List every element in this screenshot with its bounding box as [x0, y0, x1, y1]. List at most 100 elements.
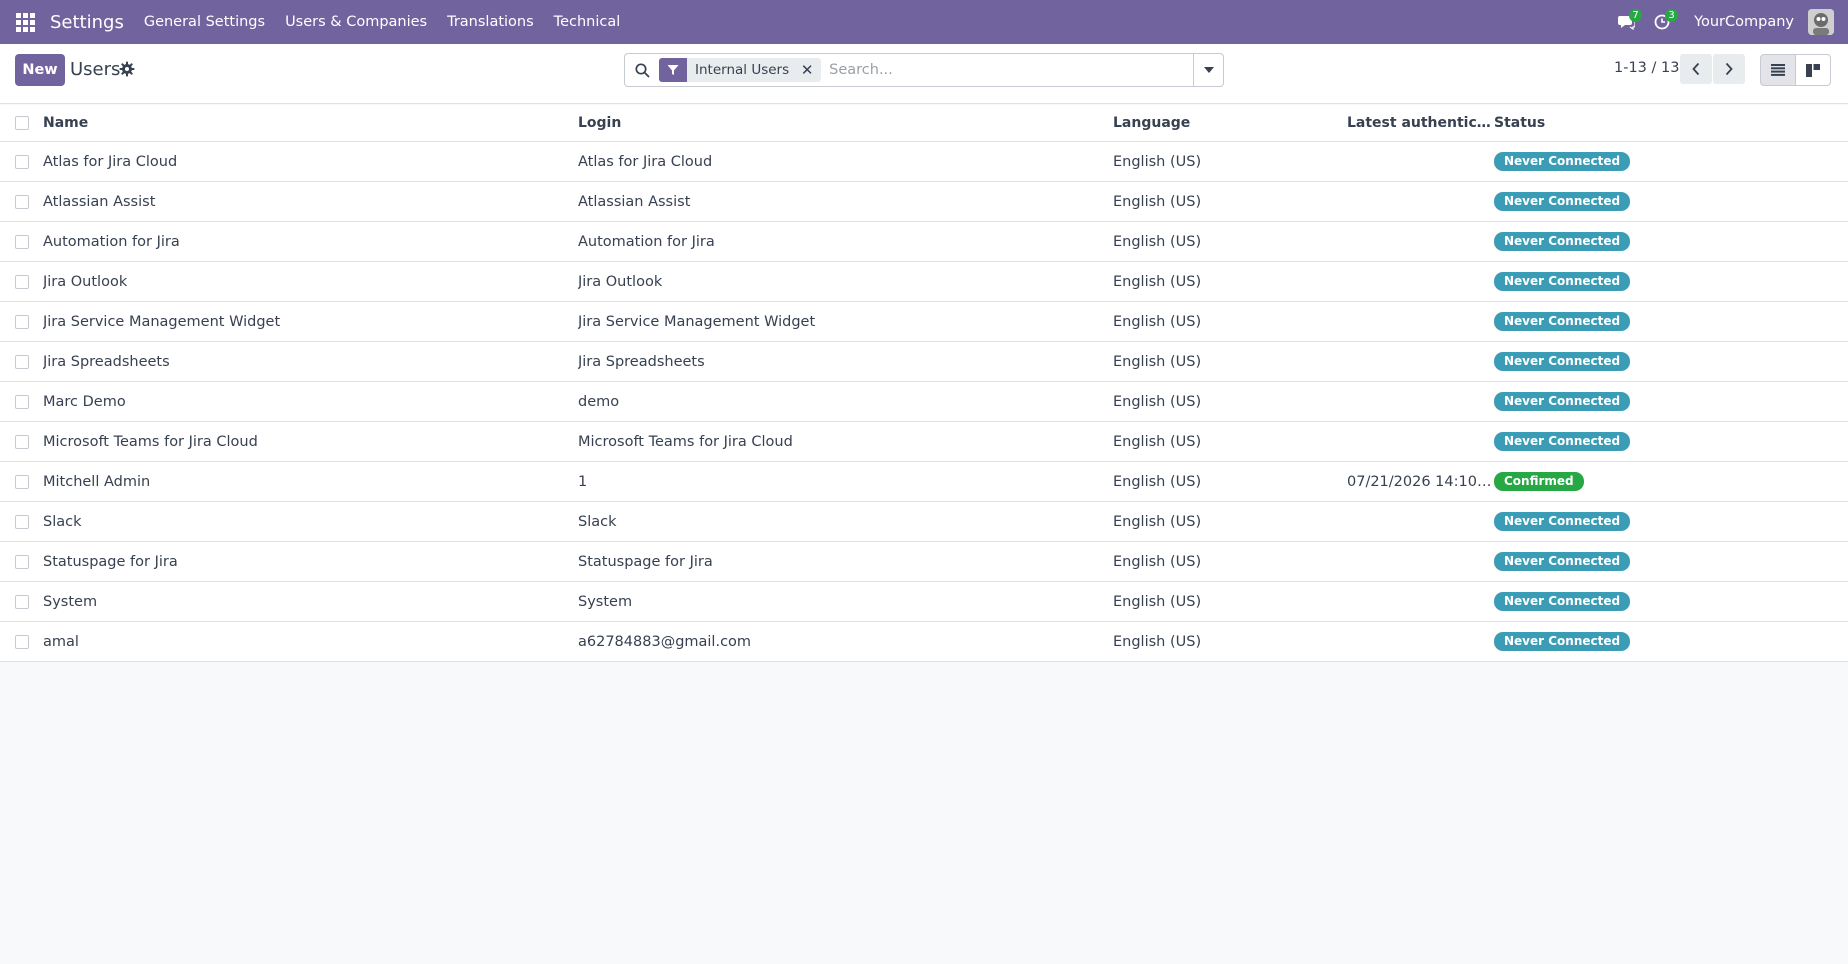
messaging-button[interactable]: 7 [1608, 0, 1644, 44]
cell-login: Automation for Jira [578, 233, 715, 250]
menu-general-settings[interactable]: General Settings [144, 14, 265, 30]
cell-language: English (US) [1113, 393, 1202, 410]
list-icon [1771, 64, 1785, 76]
cell-language: English (US) [1113, 313, 1202, 330]
table-row[interactable]: Jira Service Management Widget Jira Servi… [0, 302, 1848, 342]
row-checkbox[interactable] [14, 274, 29, 289]
avatar-icon [1808, 9, 1834, 35]
table-row[interactable]: Jira Outlook Jira Outlook English (US) Neve… [0, 262, 1848, 302]
table-row[interactable]: Slack Slack English (US) Never Connected [0, 502, 1848, 542]
table-row[interactable]: Jira Spreadsheets Jira Spreadsheets Englis… [0, 342, 1848, 382]
table-row[interactable]: Marc Demo demo English (US) Never Connected [0, 382, 1848, 422]
row-checkbox[interactable] [14, 554, 29, 569]
top-navbar: Settings General Settings Users & Compan… [0, 0, 1848, 44]
pager-value[interactable]: 1-13 / 13 [1614, 60, 1679, 76]
row-checkbox[interactable] [14, 434, 29, 449]
cell-login: Slack [578, 513, 617, 530]
search-options-toggle[interactable] [1193, 54, 1223, 86]
company-switcher[interactable]: YourCompany [1694, 14, 1794, 30]
chevron-left-icon [1692, 62, 1700, 76]
table-row[interactable]: amal a62784883@gmail.com English (US) Never… [0, 622, 1848, 662]
search-input[interactable] [821, 55, 1193, 85]
table-row[interactable]: Microsoft Teams for Jira Cloud Microsoft … [0, 422, 1848, 462]
cell-login: demo [578, 393, 620, 410]
cell-language: English (US) [1113, 553, 1202, 570]
status-badge: Never Connected [1494, 192, 1631, 211]
column-header-name[interactable]: Name [43, 115, 578, 131]
row-checkbox[interactable] [14, 194, 29, 209]
menu-translations[interactable]: Translations [447, 14, 534, 30]
pager-next-button[interactable] [1713, 54, 1745, 84]
cell-name: Microsoft Teams for Jira Cloud [43, 433, 258, 450]
page-title[interactable]: Users [70, 59, 120, 80]
column-header-language[interactable]: Language [1113, 115, 1347, 131]
cell-language: English (US) [1113, 353, 1202, 370]
activities-count-badge: 3 [1665, 9, 1679, 22]
select-all-checkbox[interactable] [14, 116, 29, 130]
gear-icon[interactable] [118, 60, 136, 78]
messages-count-badge: 7 [1629, 9, 1643, 22]
cell-name: Atlassian Assist [43, 193, 156, 210]
app-name[interactable]: Settings [50, 12, 124, 33]
cell-name: System [43, 593, 98, 610]
cell-login: Statuspage for Jira [578, 553, 713, 570]
table-row[interactable]: Atlassian Assist Atlassian Assist English … [0, 182, 1848, 222]
activities-button[interactable]: 3 [1644, 0, 1680, 44]
status-badge: Never Connected [1494, 632, 1631, 651]
status-badge: Never Connected [1494, 512, 1631, 531]
status-badge: Never Connected [1494, 312, 1631, 331]
cell-name: amal [43, 633, 79, 650]
status-badge: Confirmed [1494, 472, 1584, 491]
user-avatar[interactable] [1808, 9, 1834, 35]
facet-label: Internal Users [695, 62, 790, 78]
menu-technical[interactable]: Technical [554, 14, 621, 30]
column-header-login[interactable]: Login [578, 115, 1113, 131]
list-view-button[interactable] [1760, 54, 1796, 86]
cell-login: Jira Service Management Widget [578, 313, 816, 330]
cell-language: English (US) [1113, 153, 1202, 170]
cell-language: English (US) [1113, 233, 1202, 250]
cell-login: a62784883@gmail.com [578, 633, 752, 650]
table-row[interactable]: Statuspage for Jira Statuspage for Jira En… [0, 542, 1848, 582]
status-badge: Never Connected [1494, 432, 1631, 451]
cell-login: Jira Outlook [578, 273, 663, 290]
menu-users-companies[interactable]: Users & Companies [285, 14, 427, 30]
column-header-status[interactable]: Status [1494, 115, 1848, 131]
pager-previous-button[interactable] [1680, 54, 1712, 84]
users-table: Name Login Language Latest authenticati.… [0, 105, 1848, 662]
table-row[interactable]: Mitchell Admin 1 English (US) 07/21/2026 14… [0, 462, 1848, 502]
cell-login: Atlassian Assist [578, 193, 691, 210]
cell-language: English (US) [1113, 633, 1202, 650]
control-panel: New Users Internal Users ✕ 1-13 / 13 [0, 44, 1848, 104]
row-checkbox[interactable] [14, 634, 29, 649]
table-row[interactable]: System System English (US) Never Connected [0, 582, 1848, 622]
row-checkbox[interactable] [14, 474, 29, 489]
search-icon[interactable] [625, 54, 659, 86]
cell-language: English (US) [1113, 273, 1202, 290]
cell-login: Atlas for Jira Cloud [578, 153, 713, 170]
table-row[interactable]: Atlas for Jira Cloud Atlas for Jira Cloud… [0, 142, 1848, 182]
row-checkbox[interactable] [14, 594, 29, 609]
status-badge: Never Connected [1494, 392, 1631, 411]
new-button[interactable]: New [15, 54, 65, 86]
cell-name: Marc Demo [43, 393, 126, 410]
row-checkbox[interactable] [14, 234, 29, 249]
cell-name: Automation for Jira [43, 233, 180, 250]
column-header-latest-authentication[interactable]: Latest authenticati... [1347, 115, 1494, 131]
status-badge: Never Connected [1494, 352, 1631, 371]
table-row[interactable]: Automation for Jira Automation for Jira En… [0, 222, 1848, 262]
chevron-down-icon [1203, 67, 1214, 73]
row-checkbox[interactable] [14, 514, 29, 529]
cell-language: English (US) [1113, 593, 1202, 610]
row-checkbox[interactable] [14, 354, 29, 369]
row-checkbox[interactable] [14, 154, 29, 169]
kanban-view-button[interactable] [1795, 54, 1831, 86]
apps-menu-icon[interactable] [0, 0, 50, 44]
row-checkbox[interactable] [14, 394, 29, 409]
cell-name: Jira Outlook [43, 273, 128, 290]
table-body: Atlas for Jira Cloud Atlas for Jira Cloud… [0, 142, 1848, 662]
row-checkbox[interactable] [14, 314, 29, 329]
cell-latest-authentication: 07/21/2026 14:10:35 [1347, 473, 1494, 490]
cell-login: Microsoft Teams for Jira Cloud [578, 433, 793, 450]
close-icon[interactable]: ✕ [799, 61, 815, 79]
